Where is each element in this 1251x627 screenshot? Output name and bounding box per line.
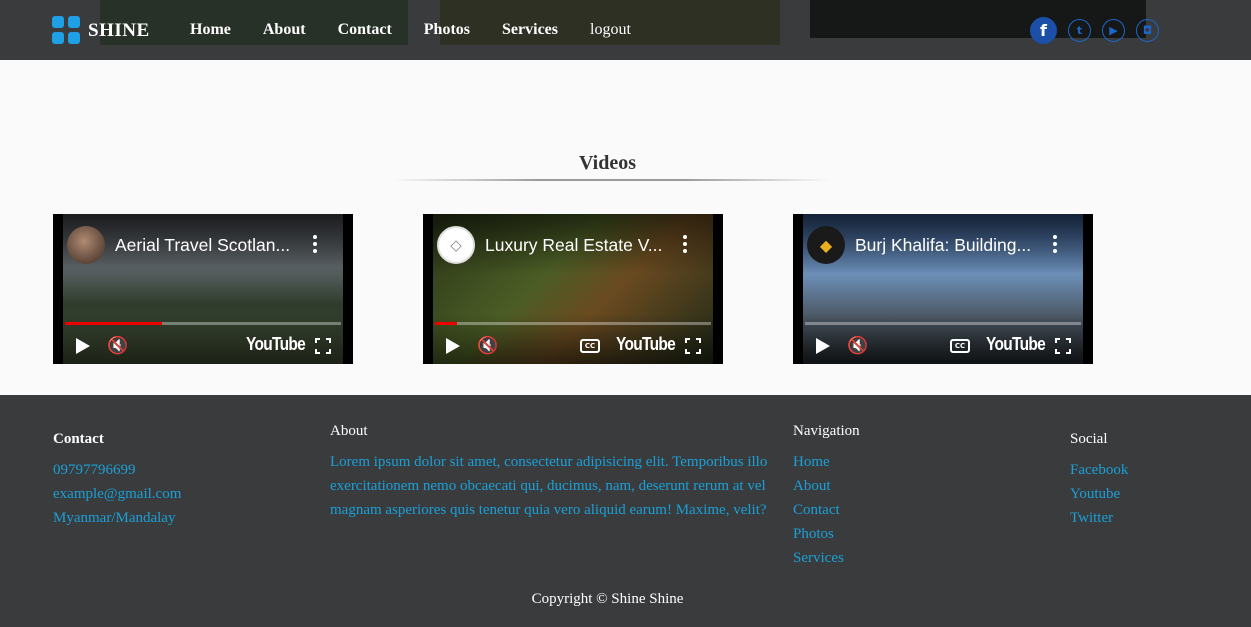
footer-social: Social Facebook Youtube Twitter [1070,431,1128,530]
copyright-text: Copyright © Shine Shine [531,591,684,607]
nav-link-photos[interactable]: Photos [424,21,470,39]
brand-name: SHINE [88,20,150,41]
captions-icon[interactable]: CC [950,339,970,353]
video-progress-bar[interactable] [805,322,1081,325]
play-icon[interactable] [446,338,460,354]
more-options-icon[interactable] [1051,235,1059,255]
nav-link-logout[interactable]: logout [590,21,631,39]
youtube-logo[interactable]: YouTube [246,334,306,355]
footer-contact: Contact 09797796699 example@gmail.com My… [53,431,181,530]
channel-avatar[interactable]: ◇ [437,226,475,264]
fullscreen-icon[interactable] [1055,338,1071,354]
footer-link-twitter[interactable]: Twitter [1070,506,1128,530]
captions-icon[interactable]: CC [580,339,600,353]
about-text: Lorem ipsum dolor sit amet, consectetur … [330,454,768,518]
instagram-icon[interactable]: ◘ [1136,19,1159,42]
footer-heading-social: Social [1070,431,1108,447]
footer-link-services[interactable]: Services [793,546,860,570]
footer-link-facebook[interactable]: Facebook [1070,458,1128,482]
nav-link-contact[interactable]: Contact [338,21,392,39]
play-icon[interactable] [816,338,830,354]
channel-avatar[interactable] [67,226,105,264]
fullscreen-icon[interactable] [685,338,701,354]
footer-link-contact[interactable]: Contact [793,498,860,522]
muted-icon[interactable]: 🔇 [107,336,128,356]
footer-about: About Lorem ipsum dolor sit amet, consec… [330,423,780,522]
nav-link-services[interactable]: Services [502,21,558,39]
youtube-logo[interactable]: YouTube [616,334,676,355]
fullscreen-icon[interactable] [315,338,331,354]
footer-link-about[interactable]: About [793,474,860,498]
youtube-icon[interactable]: ▶ [1102,19,1125,42]
muted-icon[interactable]: 🔇 [477,336,498,356]
nav-link-about[interactable]: About [263,21,306,39]
facebook-icon[interactable]: f [1030,17,1057,44]
heading-divider [393,179,830,181]
main-nav: Home About Contact Photos Services logou… [190,21,663,39]
video-progress-bar[interactable] [65,322,341,325]
brand[interactable]: SHINE [52,16,150,46]
video-player[interactable]: Aerial Travel Scotlan... 🔇 YouTube [53,214,353,364]
footer-link-home[interactable]: Home [793,450,860,474]
contact-email[interactable]: example@gmail.com [53,482,181,506]
youtube-logo[interactable]: YouTube [986,334,1046,355]
video-title[interactable]: Luxury Real Estate V... [485,235,673,256]
contact-address[interactable]: Myanmar/Mandalay [53,506,181,530]
footer-navigation: Navigation Home About Contact Photos Ser… [793,423,860,570]
footer: Contact 09797796699 example@gmail.com My… [0,395,1251,627]
nav-link-home[interactable]: Home [190,21,231,39]
footer-link-youtube[interactable]: Youtube [1070,482,1128,506]
more-options-icon[interactable] [311,235,319,255]
footer-heading-contact: Contact [53,431,104,447]
video-title[interactable]: Burj Khalifa: Building... [855,235,1043,256]
channel-avatar[interactable]: ◆ [807,226,845,264]
muted-icon[interactable]: 🔇 [847,336,868,356]
video-title[interactable]: Aerial Travel Scotlan... [115,235,303,256]
footer-heading-navigation: Navigation [793,423,860,439]
twitter-icon[interactable]: t [1068,19,1091,42]
video-progress-bar[interactable] [435,322,711,325]
video-player[interactable]: ◆ Burj Khalifa: Building... 🔇 CC YouTube [793,214,1093,364]
brand-logo-icon [52,16,82,46]
video-player[interactable]: ◇ Luxury Real Estate V... 🔇 CC YouTube [423,214,723,364]
contact-phone[interactable]: 09797796699 [53,458,181,482]
footer-heading-about: About [330,423,368,439]
more-options-icon[interactable] [681,235,689,255]
videos-heading: Videos [578,152,637,174]
top-navbar: SHINE Home About Contact Photos Services… [0,0,1251,60]
play-icon[interactable] [76,338,90,354]
header-social-icons: f t ▶ ◘ [1030,17,1159,44]
footer-link-photos[interactable]: Photos [793,522,860,546]
